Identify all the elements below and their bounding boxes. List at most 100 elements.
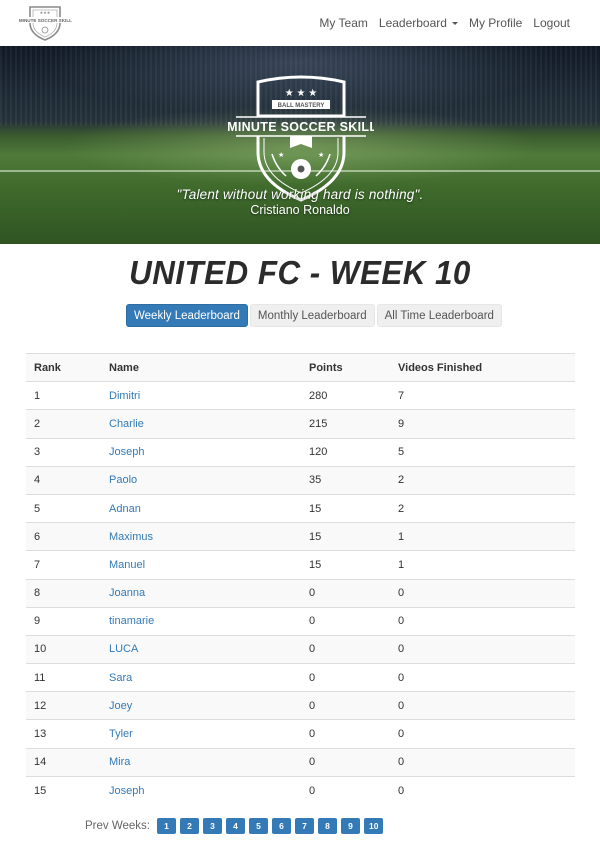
week-10-button[interactable]: 10 xyxy=(363,818,384,834)
nav-logout[interactable]: Logout xyxy=(533,16,570,30)
name-cell: LUCA xyxy=(101,634,301,664)
table-row: 4 Paolo 35 2 xyxy=(26,465,575,495)
soccer-skills-badge-icon: ★ ★ ★ BALL MASTERY 7 MINUTE SOCCER SKILL… xyxy=(228,75,374,202)
tab-monthly-leaderboard[interactable]: Monthly Leaderboard xyxy=(249,304,375,327)
week-2-button[interactable]: 2 xyxy=(179,818,199,834)
week-5-button[interactable]: 5 xyxy=(248,818,268,834)
rank-cell: 8 xyxy=(26,578,101,608)
points-cell: 15 xyxy=(301,493,390,523)
points-cell: 15 xyxy=(301,550,390,579)
week-buttons: 1 2 3 4 5 6 7 8 9 10 xyxy=(156,818,387,834)
rank-cell: 5 xyxy=(26,493,101,523)
points-cell: 0 xyxy=(301,578,390,608)
points-cell: 0 xyxy=(301,775,390,805)
column-header-name: Name xyxy=(101,352,301,383)
table-header-row: Rank Name Points Videos Finished xyxy=(26,352,575,383)
nav-my-profile[interactable]: My Profile xyxy=(469,16,522,30)
svg-text:★: ★ xyxy=(278,151,284,159)
week-7-button[interactable]: 7 xyxy=(294,818,314,834)
table-row: 7 Manuel 15 1 xyxy=(26,550,575,579)
rank-cell: 1 xyxy=(34,389,41,402)
player-name-link[interactable]: Dimitri xyxy=(109,390,140,402)
week-9-button[interactable]: 9 xyxy=(340,818,360,834)
player-name-link[interactable]: Joanna xyxy=(109,587,145,599)
name-cell: Charlie xyxy=(101,409,301,439)
main-nav: My Team Leaderboard My Profile Logout xyxy=(308,16,570,30)
nav-my-team[interactable]: My Team xyxy=(319,16,367,30)
rank-cell: 2 xyxy=(26,409,101,439)
player-name-link[interactable]: Paolo xyxy=(109,474,137,486)
player-name-link[interactable]: Charlie xyxy=(109,418,144,430)
week-8-button[interactable]: 8 xyxy=(317,818,337,834)
name-cell: tinamarie xyxy=(101,606,301,636)
prev-weeks-pager: Prev Weeks: 1 2 3 4 5 6 7 8 9 10 xyxy=(85,818,387,834)
rank-cell: 13 xyxy=(26,719,101,749)
points-cell: 15 xyxy=(301,522,390,551)
player-name-link[interactable]: Joey xyxy=(109,700,132,712)
points-cell: 0 xyxy=(301,663,390,692)
videos-finished-cell: 2 xyxy=(390,465,575,495)
rank-cell: 3 xyxy=(26,437,101,467)
table-row: 5 Adnan 15 2 xyxy=(26,493,575,523)
videos-finished-cell: 0 xyxy=(390,775,575,805)
week-3-button[interactable]: 3 xyxy=(202,818,222,834)
site-logo[interactable]: 7 MINUTE SOCCER SKILLS ★★★ xyxy=(18,3,72,41)
player-name-link[interactable]: Mira xyxy=(109,756,130,768)
name-cell: Joseph xyxy=(101,775,301,805)
prev-weeks-label: Prev Weeks: xyxy=(85,820,150,832)
rank-cell: 14 xyxy=(26,747,101,777)
leaderboard-table: Rank Name Points Videos Finished 1 Dimitr… xyxy=(26,352,575,805)
name-cell: Joseph xyxy=(101,437,301,467)
nav-leaderboard-dropdown[interactable]: Leaderboard xyxy=(379,16,458,30)
player-name-link[interactable]: tinamarie xyxy=(109,615,154,627)
player-name-link[interactable]: Joseph xyxy=(109,785,144,797)
tab-all-time-leaderboard[interactable]: All Time Leaderboard xyxy=(376,304,502,327)
videos-finished-cell: 0 xyxy=(390,747,575,777)
svg-text:★ ★ ★: ★ ★ ★ xyxy=(285,88,317,99)
name-cell: Adnan xyxy=(101,493,301,523)
table-row: 15 Joseph 0 0 xyxy=(26,775,575,805)
leaderboard-body: 1 Dimitri 280 7 2 Charlie 215 9 3 Joseph 120 5 4 Paol… xyxy=(26,381,575,805)
nav-leaderboard-label: Leaderboard xyxy=(378,16,447,30)
caret-down-icon xyxy=(451,21,458,25)
player-name-link[interactable]: Sara xyxy=(109,672,132,684)
player-name-link[interactable]: Joseph xyxy=(109,446,144,458)
table-row: 13 Tyler 0 0 xyxy=(26,719,575,749)
points-cell: 0 xyxy=(301,719,390,749)
player-name-link[interactable]: Maximus xyxy=(109,531,153,543)
hero-quote-author: Cristiano Ronaldo xyxy=(250,203,350,217)
table-row: 8 Joanna 0 0 xyxy=(26,578,575,608)
svg-text:7 MINUTE SOCCER SKILLS: 7 MINUTE SOCCER SKILLS xyxy=(228,120,374,134)
videos-finished-cell: 1 xyxy=(390,522,575,551)
videos-finished-cell: 9 xyxy=(390,409,575,439)
rank-cell: 10 xyxy=(26,634,101,664)
videos-finished-cell: 0 xyxy=(390,663,575,692)
rank-cell: 4 xyxy=(26,465,101,495)
points-cell: 0 xyxy=(301,634,390,664)
player-name-link[interactable]: Adnan xyxy=(109,503,141,515)
rank-cell: 15 xyxy=(26,775,101,805)
videos-finished-cell: 0 xyxy=(390,691,575,720)
videos-finished-cell: 1 xyxy=(390,550,575,579)
column-header-rank: Rank xyxy=(26,352,101,383)
player-name-link[interactable]: Tyler xyxy=(109,728,133,740)
week-1-button[interactable]: 1 xyxy=(156,818,176,834)
hero-quote: "Talent without working hard is nothing"… xyxy=(176,187,424,202)
name-cell: Maximus xyxy=(101,522,301,551)
table-row: 9 tinamarie 0 0 xyxy=(26,606,575,636)
name-cell: Tyler xyxy=(101,719,301,749)
videos-finished-cell: 0 xyxy=(390,578,575,608)
name-cell: Joey xyxy=(101,691,301,720)
leaderboard-tabs: Weekly Leaderboard Monthly Leaderboard A… xyxy=(126,304,502,327)
week-6-button[interactable]: 6 xyxy=(271,818,291,834)
table-row: 10 LUCA 0 0 xyxy=(26,634,575,664)
player-name-link[interactable]: LUCA xyxy=(109,643,138,655)
name-cell: Dimitri xyxy=(101,382,301,410)
name-cell: Joanna xyxy=(101,578,301,608)
week-4-button[interactable]: 4 xyxy=(225,818,245,834)
name-cell: Paolo xyxy=(101,465,301,495)
navbar: 7 MINUTE SOCCER SKILLS ★★★ My Team Leade… xyxy=(0,0,600,46)
tab-weekly-leaderboard[interactable]: Weekly Leaderboard xyxy=(126,304,248,327)
player-name-link[interactable]: Manuel xyxy=(109,559,145,571)
points-cell: 280 xyxy=(309,389,328,402)
